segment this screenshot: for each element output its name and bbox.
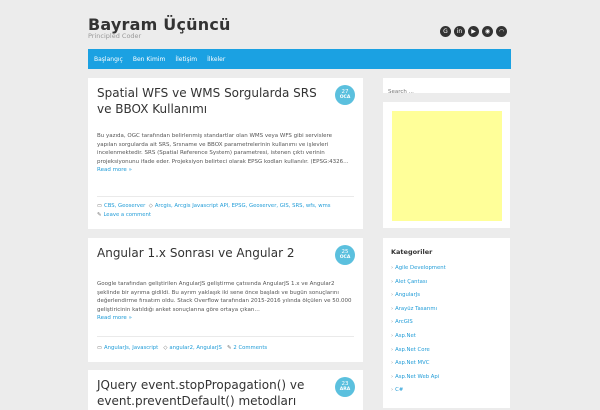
chevron-right-icon: › — [391, 346, 394, 353]
category-item[interactable]: › Agile Development — [391, 265, 446, 279]
chevron-right-icon: › — [391, 373, 394, 380]
post-card: Spatial WFS ve WMS Sorgularda SRS ve BBO… — [88, 78, 363, 229]
post-date-month: ARA — [339, 387, 351, 392]
category-item[interactable]: › Alet Çantası — [391, 279, 446, 293]
category-label[interactable]: AngularJs — [395, 292, 420, 298]
chevron-right-icon: › — [391, 387, 394, 394]
post-categories[interactable]: CBS, Geoserver — [104, 203, 145, 209]
category-item[interactable]: › C# — [391, 387, 446, 401]
post-categories[interactable]: AngularJs, Javascript — [104, 345, 158, 351]
post-title[interactable]: JQuery event.stopPropagation() ve event.… — [97, 377, 322, 409]
nav-item-about[interactable]: Ben Kimim — [133, 56, 165, 63]
chevron-right-icon: › — [391, 305, 394, 312]
post-card: JQuery event.stopPropagation() ve event.… — [88, 370, 363, 410]
post-date-month: OCA — [339, 255, 351, 260]
category-label[interactable]: Asp.Net Web Api — [395, 374, 439, 380]
chevron-right-icon: › — [391, 265, 394, 271]
chevron-right-icon: › — [391, 332, 394, 339]
category-label[interactable]: Alet Çantası — [395, 279, 427, 285]
category-label[interactable]: Agile Development — [395, 265, 446, 271]
categories-title: Kategoriler — [391, 248, 433, 256]
social-links: G in ▶ ◉ ◠ — [440, 26, 507, 37]
chevron-right-icon: › — [391, 278, 394, 285]
post-title[interactable]: Spatial WFS ve WMS Sorgularda SRS ve BBO… — [97, 85, 322, 117]
tag-icon: ◇ — [148, 203, 153, 209]
nav-item-principles[interactable]: İlkeler — [207, 56, 225, 63]
category-label[interactable]: Asp.Net Core — [395, 347, 430, 353]
post-meta: ▭ AngularJs, Javascript ◇ angular2, Angula… — [97, 344, 357, 353]
post-excerpt-text: Bu yazıda, OGC tarafından belirlenmiş st… — [97, 133, 349, 165]
main-nav: Başlangıç Ben Kimim İletişim İlkeler — [88, 49, 511, 69]
divider — [97, 196, 354, 197]
categories-widget: Kategoriler › Agile Development › Alet Çan… — [383, 238, 510, 408]
post-comments-link[interactable]: Leave a comment — [103, 212, 151, 218]
chevron-right-icon: › — [391, 292, 394, 299]
search-box — [383, 78, 510, 99]
comment-icon: ✎ — [226, 345, 232, 351]
category-item[interactable]: › Asp.Net Core — [391, 347, 446, 361]
category-label[interactable]: C# — [395, 387, 403, 393]
site-tagline: Principled Coder — [88, 32, 142, 40]
category-item[interactable]: › AngularJs — [391, 292, 446, 306]
chevron-right-icon: › — [391, 360, 394, 367]
post-date-badge: 25 OCA — [335, 245, 355, 265]
post-date-month: OCA — [339, 95, 351, 100]
linkedin-icon[interactable]: in — [454, 26, 465, 37]
post-card: Angular 1.x Sonrası ve Angular 2 25 OCA … — [88, 238, 363, 362]
google-plus-icon[interactable]: G — [440, 26, 451, 37]
category-item[interactable]: › ArcGIS — [391, 319, 446, 333]
nav-item-contact[interactable]: İletişim — [175, 56, 197, 63]
divider — [97, 336, 354, 337]
folder-icon: ▭ — [97, 203, 103, 209]
category-list: › Agile Development › Alet Çantası › Angula… — [391, 265, 446, 401]
rss-icon[interactable]: ◠ — [496, 26, 507, 37]
category-label[interactable]: Arayüz Tasarımı — [395, 306, 437, 312]
ad-placeholder — [392, 111, 502, 221]
post-tags[interactable]: angular2, AngularJS — [169, 345, 221, 351]
post-date-badge: 23 ARA — [335, 377, 355, 397]
category-label[interactable]: Asp.Net — [395, 333, 416, 339]
category-label[interactable]: Asp.Net MVC — [395, 360, 429, 366]
post-date-badge: 27 OCA — [335, 85, 355, 105]
post-meta: ▭ CBS, Geoserver ◇ Arcgis, Arcgis Javascri… — [97, 202, 357, 220]
post-excerpt-text: Google tarafından geliştirilen AngularJS… — [97, 281, 352, 313]
category-item[interactable]: › Asp.Net — [391, 333, 446, 347]
ad-widget — [383, 102, 510, 228]
nav-item-home[interactable]: Başlangıç — [94, 56, 123, 63]
tag-icon: ◇ — [163, 345, 168, 351]
category-label[interactable]: ArcGIS — [395, 319, 413, 325]
search-input[interactable] — [383, 85, 503, 99]
youtube-icon[interactable]: ▶ — [468, 26, 479, 37]
category-item[interactable]: › Asp.Net Web Api — [391, 374, 446, 388]
post-tags[interactable]: Arcgis, Arcgis Javascript API, EPSG, Geo… — [155, 203, 331, 209]
comment-icon: ✎ — [97, 212, 102, 218]
read-more-link[interactable]: Read more » — [97, 166, 352, 175]
folder-icon: ▭ — [97, 345, 103, 351]
chevron-right-icon: › — [391, 319, 394, 326]
post-excerpt: Google tarafından geliştirilen AngularJS… — [97, 280, 352, 323]
github-icon[interactable]: ◉ — [482, 26, 493, 37]
read-more-link[interactable]: Read more » — [97, 314, 352, 323]
category-item[interactable]: › Asp.Net MVC — [391, 360, 446, 374]
category-item[interactable]: › Arayüz Tasarımı — [391, 306, 446, 320]
post-title[interactable]: Angular 1.x Sonrası ve Angular 2 — [97, 245, 322, 261]
post-excerpt: Bu yazıda, OGC tarafından belirlenmiş st… — [97, 132, 352, 175]
post-comments-link[interactable]: 2 Comments — [233, 345, 267, 351]
